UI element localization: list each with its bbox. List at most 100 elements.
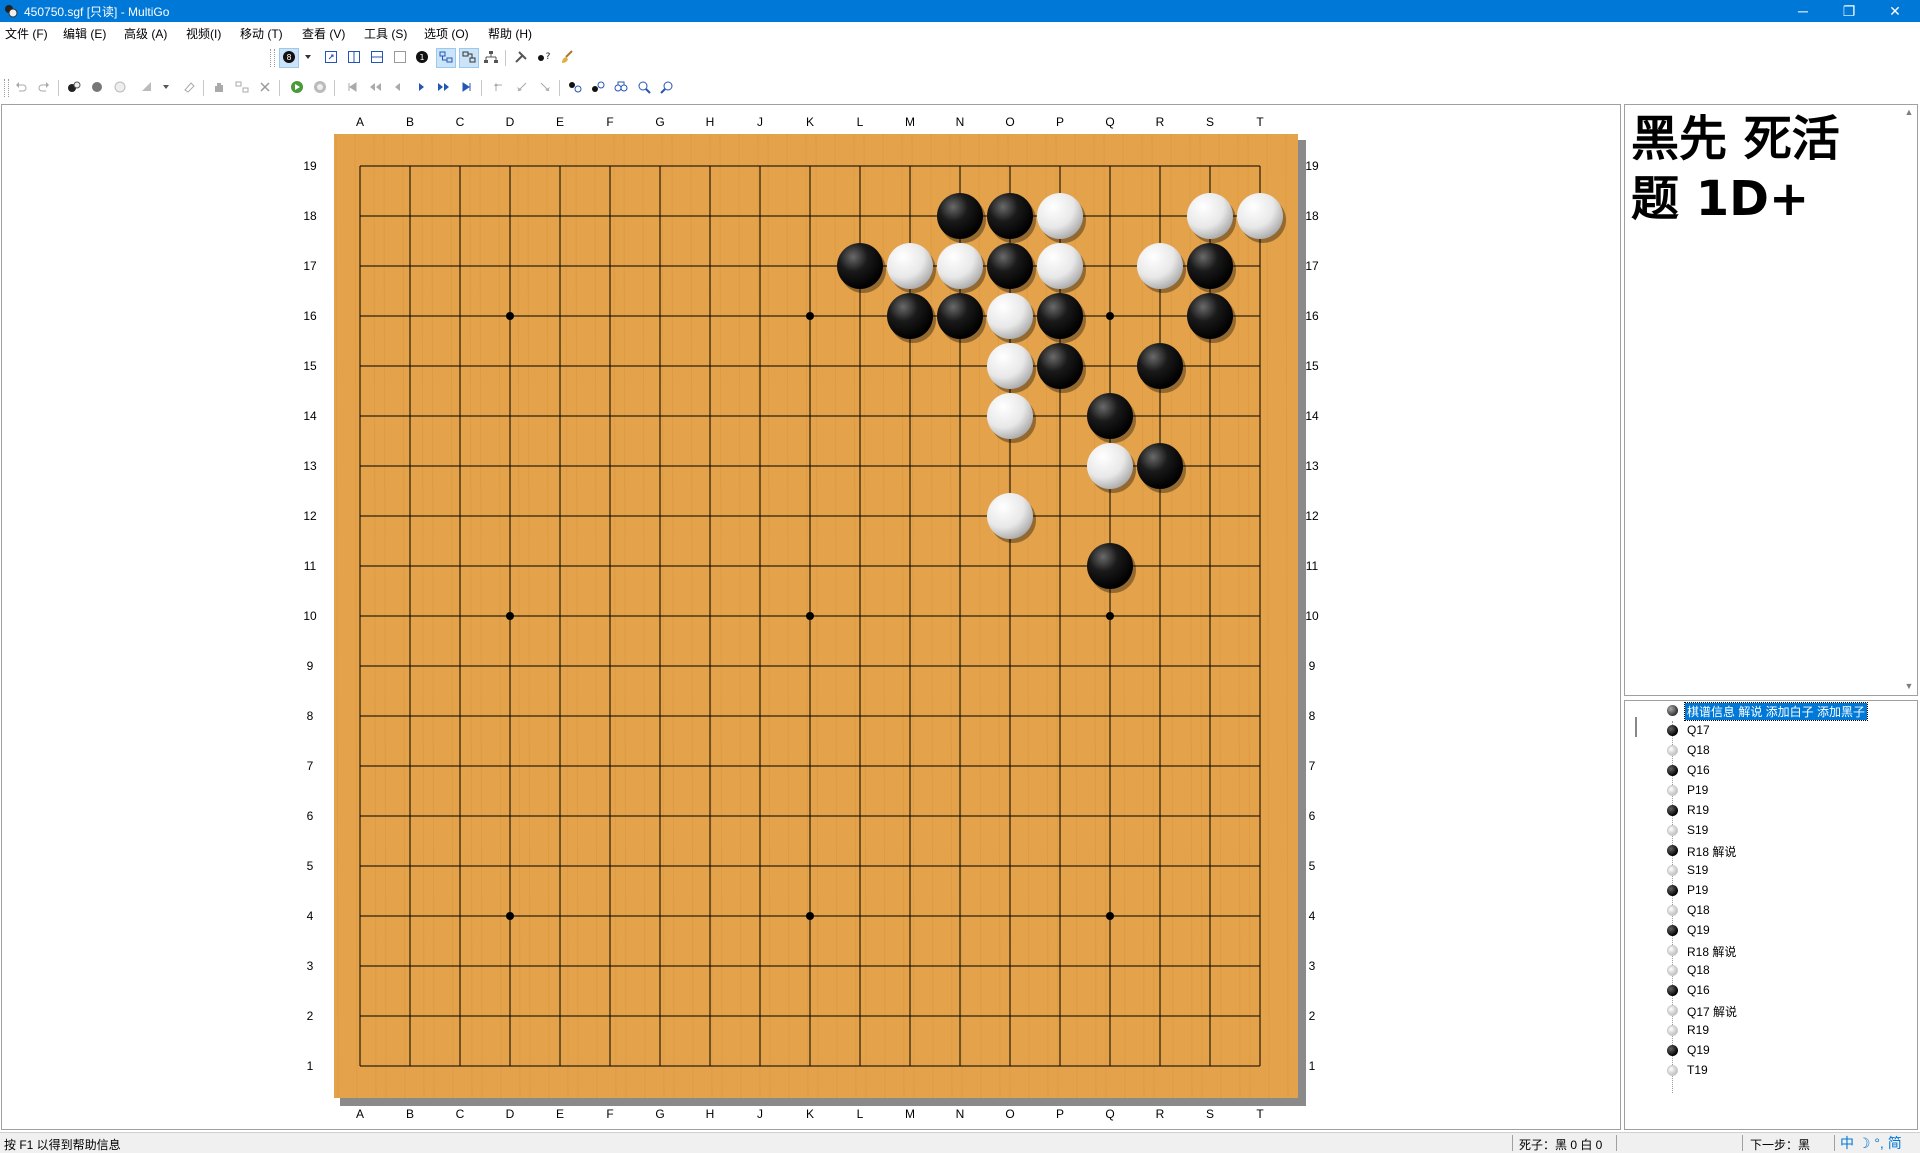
white-stone-O14[interactable] xyxy=(987,393,1033,439)
eraser-icon[interactable] xyxy=(180,79,198,97)
scroll-up-icon[interactable]: ▲ xyxy=(1903,107,1915,119)
redo-icon[interactable] xyxy=(35,79,53,97)
minimize-button[interactable]: ─ xyxy=(1780,0,1826,22)
game-tree-icon[interactable] xyxy=(482,49,500,67)
white-stone-O16[interactable] xyxy=(987,293,1033,339)
last-move-icon[interactable] xyxy=(458,79,476,97)
toolbar-gripper[interactable] xyxy=(4,79,9,97)
menu-bar: 文件 (F) 编辑 (E) 高级 (A) 视频(I) 移动 (T) 查看 (V)… xyxy=(0,22,1920,43)
white-stone-icon[interactable] xyxy=(111,79,129,97)
branch-prev-icon[interactable] xyxy=(513,79,531,97)
menu-move[interactable]: 移动 (T) xyxy=(240,25,283,42)
mark-icon[interactable] xyxy=(138,79,156,97)
black-stone-S16[interactable] xyxy=(1187,293,1233,339)
dropdown-arrow-icon[interactable] xyxy=(160,79,172,97)
next-move-icon[interactable] xyxy=(412,79,430,97)
menu-video[interactable]: 视频(I) xyxy=(186,25,221,42)
white-stone-icon xyxy=(1667,785,1678,796)
cut-icon[interactable] xyxy=(233,79,251,97)
menu-help[interactable]: 帮助 (H) xyxy=(488,25,532,42)
search-black-icon[interactable] xyxy=(566,79,584,97)
ime-indicator[interactable]: 中 ☽ °, 简 xyxy=(1840,1133,1902,1153)
menu-options[interactable]: 选项 (O) xyxy=(424,25,469,42)
tree-node-label: Q18 xyxy=(1687,743,1710,757)
white-stone-S18[interactable] xyxy=(1187,193,1233,239)
row-label-left: 14 xyxy=(303,409,317,423)
black-stone-O17[interactable] xyxy=(987,243,1033,289)
column-label-top: P xyxy=(1056,115,1064,129)
fast-forward-icon[interactable] xyxy=(435,79,453,97)
restore-button[interactable]: ❐ xyxy=(1826,0,1872,22)
fit-board-icon[interactable] xyxy=(322,49,340,67)
undo-icon[interactable] xyxy=(12,79,30,97)
star-point xyxy=(506,312,514,320)
toolbar-gripper[interactable] xyxy=(270,49,275,67)
branch-next-icon[interactable] xyxy=(536,79,554,97)
tree-node-label: Q18 xyxy=(1687,903,1710,917)
white-stone-Q13[interactable] xyxy=(1087,443,1133,489)
black-stone-S17[interactable] xyxy=(1187,243,1233,289)
white-stone-O12[interactable] xyxy=(987,493,1033,539)
black-stone-L17[interactable] xyxy=(837,243,883,289)
column-label-top: O xyxy=(1005,115,1014,129)
white-stone-R17[interactable] xyxy=(1137,243,1183,289)
white-stone-T18[interactable] xyxy=(1237,193,1283,239)
row-label-left: 8 xyxy=(307,709,314,723)
find-icon[interactable] xyxy=(612,79,630,97)
toolbar-separator xyxy=(203,80,204,96)
menu-advanced[interactable]: 高级 (A) xyxy=(124,25,167,42)
menu-file[interactable]: 文件 (F) xyxy=(5,25,48,42)
dropdown-arrow-icon[interactable] xyxy=(302,49,314,67)
previous-move-icon[interactable] xyxy=(389,79,407,97)
white-stone-P17[interactable] xyxy=(1037,243,1083,289)
black-stone-Q14[interactable] xyxy=(1087,393,1133,439)
black-stone-N16[interactable] xyxy=(937,293,983,339)
layout-split-icon[interactable] xyxy=(368,49,386,67)
help-pointer-icon[interactable]: ? xyxy=(535,49,553,67)
black-stone-M16[interactable] xyxy=(887,293,933,339)
auto-play-icon[interactable] xyxy=(288,79,306,97)
find-next-icon[interactable] xyxy=(658,79,676,97)
branch-up-icon[interactable] xyxy=(490,79,508,97)
scroll-down-icon[interactable]: ▼ xyxy=(1903,681,1915,693)
coordinate-toggle-icon[interactable]: 8 xyxy=(279,48,299,68)
black-stone-icon[interactable] xyxy=(88,79,106,97)
column-label-top: Q xyxy=(1105,115,1114,129)
black-stone-P16[interactable] xyxy=(1037,293,1083,339)
clean-brush-icon[interactable] xyxy=(558,49,576,67)
black-stone-P15[interactable] xyxy=(1037,343,1083,389)
branch-view-icon[interactable] xyxy=(459,48,479,68)
layout-board-only-icon[interactable] xyxy=(391,49,409,67)
stop-icon[interactable] xyxy=(311,79,329,97)
menu-tools[interactable]: 工具 (S) xyxy=(364,25,407,42)
white-stone-N17[interactable] xyxy=(937,243,983,289)
go-board[interactable]: AABBCCDDEEFFGGHHJJKKLLMMNNOOPPQQRRSSTT19… xyxy=(2,105,1620,1129)
white-stone-O15[interactable] xyxy=(987,343,1033,389)
tools-icon[interactable] xyxy=(512,49,530,67)
black-stone-N18[interactable] xyxy=(937,193,983,239)
close-button[interactable]: ✕ xyxy=(1872,0,1918,22)
alternate-play-icon[interactable] xyxy=(65,79,83,97)
find-prev-icon[interactable] xyxy=(635,79,653,97)
menu-view[interactable]: 查看 (V) xyxy=(302,25,345,42)
tree-view-icon[interactable] xyxy=(436,48,456,68)
black-stone-icon xyxy=(1667,1045,1678,1056)
black-stone-O18[interactable] xyxy=(987,193,1033,239)
white-stone-icon xyxy=(1667,1025,1678,1036)
layout-left-icon[interactable] xyxy=(345,49,363,67)
move-number-icon[interactable]: 1 xyxy=(413,49,431,67)
column-label-bottom: R xyxy=(1156,1107,1165,1121)
white-stone-P18[interactable] xyxy=(1037,193,1083,239)
black-stone-Q11[interactable] xyxy=(1087,543,1133,589)
row-label-left: 10 xyxy=(303,609,317,623)
search-white-icon[interactable] xyxy=(589,79,607,97)
menu-edit[interactable]: 编辑 (E) xyxy=(63,25,106,42)
white-stone-M17[interactable] xyxy=(887,243,933,289)
column-label-top: L xyxy=(857,115,864,129)
hand-icon[interactable] xyxy=(210,79,228,97)
black-stone-R15[interactable] xyxy=(1137,343,1183,389)
delete-icon[interactable] xyxy=(256,79,274,97)
black-stone-R13[interactable] xyxy=(1137,443,1183,489)
fast-back-icon[interactable] xyxy=(366,79,384,97)
first-move-icon[interactable] xyxy=(343,79,361,97)
